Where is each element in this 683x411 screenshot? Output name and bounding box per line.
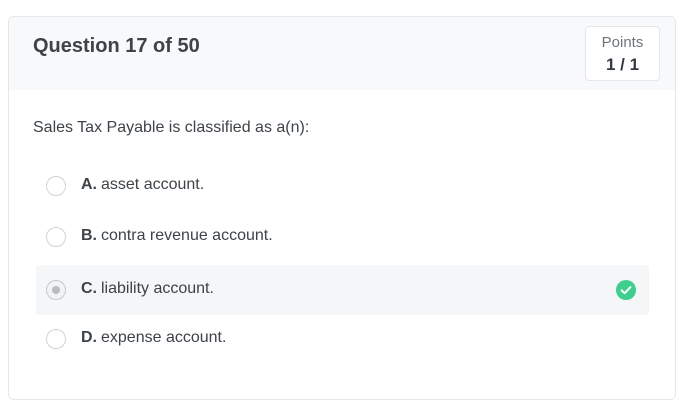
question-card: Question 17 of 50 Points 1 / 1 Sales Tax… bbox=[8, 16, 676, 400]
option-a-text: asset account. bbox=[101, 176, 205, 193]
option-d-radio[interactable] bbox=[46, 329, 66, 349]
option-b-radio[interactable] bbox=[46, 227, 66, 247]
check-circle-icon bbox=[616, 280, 636, 300]
option-a-letter: A. bbox=[81, 176, 97, 193]
option-d-letter: D. bbox=[81, 329, 97, 346]
option-a-radio[interactable] bbox=[46, 176, 66, 196]
option-d-text: expense account. bbox=[101, 329, 227, 346]
option-c-letter: C. bbox=[81, 280, 97, 297]
radio-dot bbox=[51, 285, 60, 294]
question-header: Question 17 of 50 Points 1 / 1 bbox=[9, 17, 675, 90]
option-b-letter: B. bbox=[81, 227, 97, 244]
option-c-text: liability account. bbox=[101, 280, 214, 297]
option-c[interactable]: C. liability account. bbox=[36, 265, 649, 315]
points-box: Points 1 / 1 bbox=[585, 26, 660, 81]
question-text: Sales Tax Payable is classified as a(n): bbox=[33, 119, 310, 136]
option-b[interactable]: B. contra revenue account. bbox=[36, 212, 649, 262]
option-d[interactable]: D. expense account. bbox=[36, 314, 649, 364]
points-label: Points bbox=[601, 34, 644, 51]
points-value: 1 / 1 bbox=[605, 55, 640, 74]
question-title: Question 17 of 50 bbox=[33, 35, 200, 57]
option-a[interactable]: A. asset account. bbox=[36, 161, 649, 211]
option-b-text: contra revenue account. bbox=[101, 227, 273, 244]
option-c-radio[interactable] bbox=[46, 280, 66, 300]
